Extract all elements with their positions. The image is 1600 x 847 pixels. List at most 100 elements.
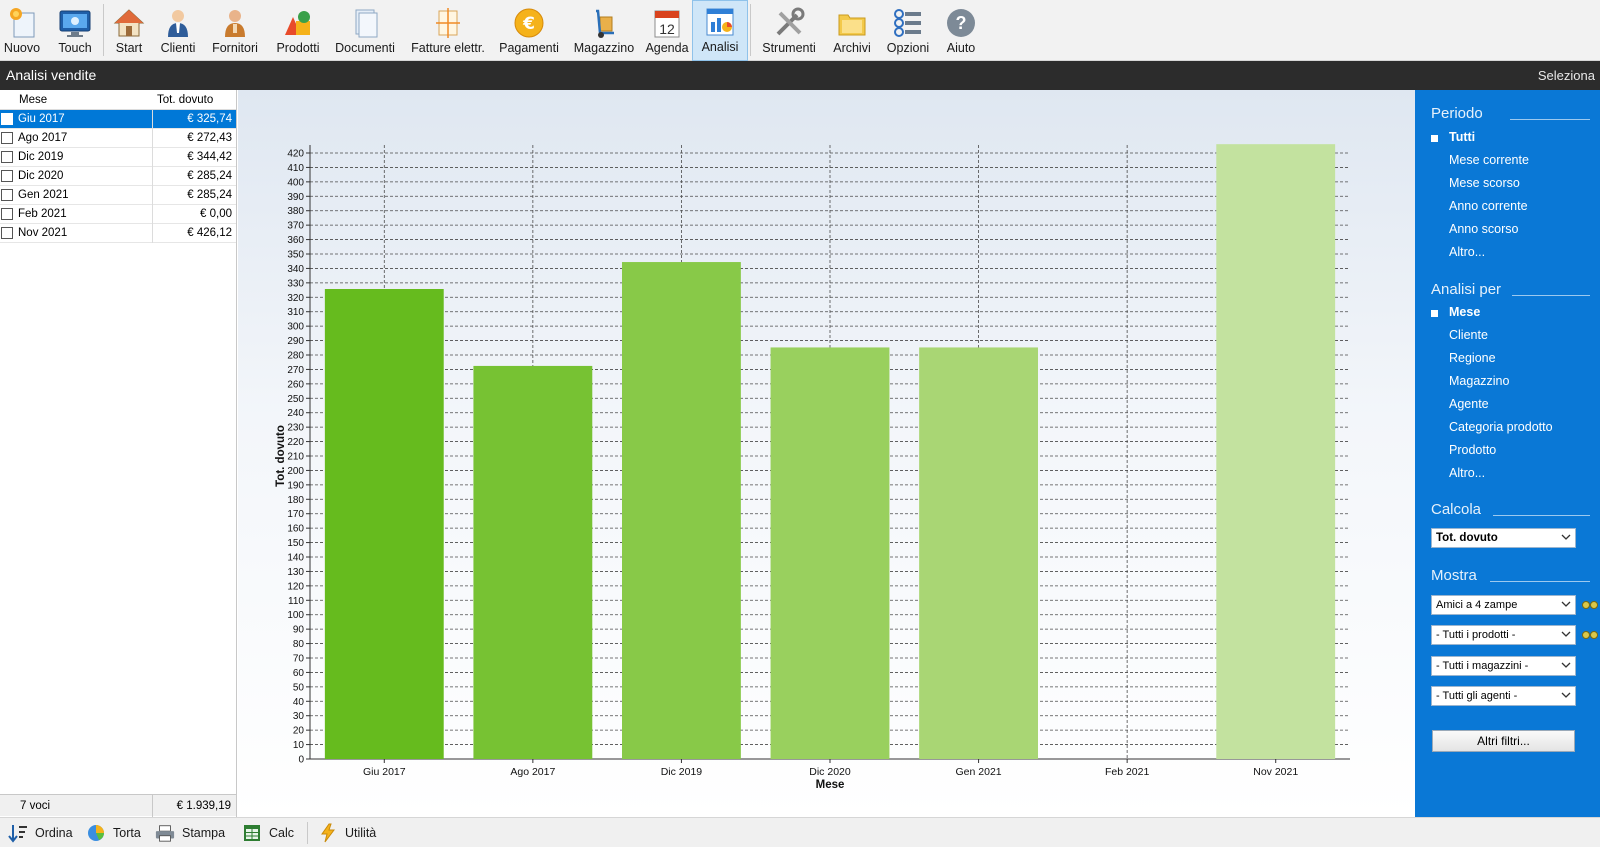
main-toolbar: Nuovo Touch Start Clienti Fornitori Prod… [0,0,1600,61]
analisi-option-regione[interactable]: Regione [1449,351,1496,365]
product-filter-select[interactable]: - Tutti i prodotti - [1431,625,1576,645]
analisi-option-prodotto[interactable]: Prodotto [1449,443,1496,457]
analisi-option-cliente[interactable]: Cliente [1449,328,1488,342]
agent-filter-value: - Tutti gli agenti - [1436,690,1518,702]
periodo-option-anno-scorso[interactable]: Anno scorso [1449,222,1518,236]
toolbar-clienti-button[interactable]: Clienti [157,2,199,60]
periodo-option-altro[interactable]: Altro... [1449,245,1485,259]
warehouse-filter-select[interactable]: - Tutti i magazzini - [1431,656,1576,676]
analisi-option-agente[interactable]: Agente [1449,397,1489,411]
binoculars-icon[interactable] [1582,600,1598,610]
toolbar-touch-button[interactable]: Touch [52,2,98,60]
column-header-mese[interactable]: Mese [19,94,47,106]
pie-label: Torta [113,826,141,840]
table-row[interactable]: Gen 2021 € 285,24 [0,186,236,205]
toolbar-agenda-button[interactable]: 12 Agenda [645,2,689,60]
y-tick-label: 250 [287,394,304,405]
toolbar-aiuto-button[interactable]: ? Aiuto [941,2,981,60]
analisi-option-magazzino[interactable]: Magazzino [1449,374,1509,388]
pie-button[interactable]: Torta [86,821,141,845]
y-tick-label: 380 [287,206,304,217]
calcola-select[interactable]: Tot. dovuto [1431,528,1576,548]
more-filters-button[interactable]: Altri filtri... [1432,730,1575,752]
toolbar-archivi-button[interactable]: Archivi [830,2,874,60]
toolbar-prodotti-button[interactable]: Prodotti [274,2,322,60]
supplier-icon [218,6,252,40]
bottom-toolbar: Ordina Torta Stampa Calc Utilità [0,817,1600,847]
y-tick-label: 190 [287,480,304,491]
hand-truck-icon [587,6,621,40]
y-tick-label: 350 [287,250,304,261]
toolbar-analisi-button[interactable]: Analisi [692,0,748,61]
sort-button[interactable]: Ordina [8,821,73,845]
data-table: Mese Tot. dovuto Giu 2017 € 325,74 Ago 2… [0,90,237,817]
cell-tot-dovuto: € 344,42 [187,151,232,163]
toolbar-pagamenti-button[interactable]: € Pagamenti [498,2,560,60]
toolbar-label: Prodotti [276,41,320,55]
y-tick-label: 310 [287,307,304,318]
toolbar-magazzino-button[interactable]: Magazzino [573,2,635,60]
calcola-heading: Calcola [1431,501,1482,518]
row-checkbox[interactable] [1,189,13,201]
analisi-option-categoria-prodotto[interactable]: Categoria prodotto [1449,420,1553,434]
analisi-option-altro[interactable]: Altro... [1449,466,1485,480]
row-checkbox[interactable] [1,227,13,239]
periodo-option-anno-corrente[interactable]: Anno corrente [1449,199,1528,213]
y-tick-label: 50 [293,682,305,693]
x-tick-label: Nov 2021 [1253,766,1298,778]
table-row[interactable]: Dic 2019 € 344,42 [0,148,236,167]
calc-button[interactable]: Calc [242,821,294,845]
spreadsheet-icon [242,823,262,843]
utility-button[interactable]: Utilità [318,821,376,845]
row-checkbox[interactable] [1,132,13,144]
chevron-down-icon [1561,692,1571,698]
table-row[interactable]: Giu 2017 € 325,74 [0,110,236,129]
y-tick-label: 240 [287,408,304,419]
y-tick-label: 260 [287,379,304,390]
periodo-option-mese-corrente[interactable]: Mese corrente [1449,153,1529,167]
row-checkbox[interactable] [1,208,13,220]
pie-chart-icon [86,823,106,843]
table-row[interactable]: Feb 2021 € 0,00 [0,205,236,224]
product-filter-value: - Tutti i prodotti - [1436,629,1516,641]
calcola-select-value: Tot. dovuto [1436,532,1498,544]
table-row[interactable]: Ago 2017 € 272,43 [0,129,236,148]
toolbar-fatture-button[interactable]: Fatture elettr. [408,2,488,60]
analisi-heading: Analisi per [1431,281,1502,298]
customer-filter-select[interactable]: Amici a 4 zampe [1431,595,1576,615]
periodo-option-mese-scorso[interactable]: Mese scorso [1449,176,1520,190]
row-count: 7 voci [20,800,51,812]
select-button[interactable]: Seleziona [1538,68,1595,83]
x-tick-label: Feb 2021 [1105,766,1150,778]
row-checkbox[interactable] [1,170,13,182]
toolbar-fornitori-button[interactable]: Fornitori [210,2,260,60]
toolbar-start-button[interactable]: Start [109,2,149,60]
toolbar-label: Aiuto [946,41,976,55]
toolbar-strumenti-button[interactable]: Strumenti [758,2,820,60]
toolbar-new-button[interactable]: Nuovo [2,2,42,60]
column-header-tot-dovuto[interactable]: Tot. dovuto [157,94,213,106]
analisi-option-mese[interactable]: Mese [1449,305,1480,319]
toolbar-documenti-button[interactable]: Documenti [334,2,396,60]
y-tick-label: 360 [287,235,304,246]
row-checkbox[interactable] [1,151,13,163]
row-checkbox[interactable] [1,113,13,125]
y-tick-label: 110 [288,596,304,607]
x-tick-label: Ago 2017 [510,766,555,778]
periodo-option-tutti[interactable]: Tutti [1449,130,1475,144]
agent-filter-select[interactable]: - Tutti gli agenti - [1431,686,1576,706]
y-tick-label: 370 [287,221,304,232]
toolbar-opzioni-button[interactable]: Opzioni [884,2,932,60]
y-tick-label: 20 [293,726,305,737]
section-divider [1512,295,1590,296]
home-icon [112,6,146,40]
print-button[interactable]: Stampa [155,821,225,845]
y-tick-label: 90 [293,625,305,636]
table-row[interactable]: Dic 2020 € 285,24 [0,167,236,186]
table-row[interactable]: Nov 2021 € 426,12 [0,224,236,243]
y-tick-label: 340 [287,264,304,275]
toolbar-label: Fornitori [212,41,258,55]
analysis-chart-icon [703,5,737,39]
y-axis-title: Tot. dovuto [275,425,287,487]
binoculars-icon[interactable] [1582,630,1598,640]
